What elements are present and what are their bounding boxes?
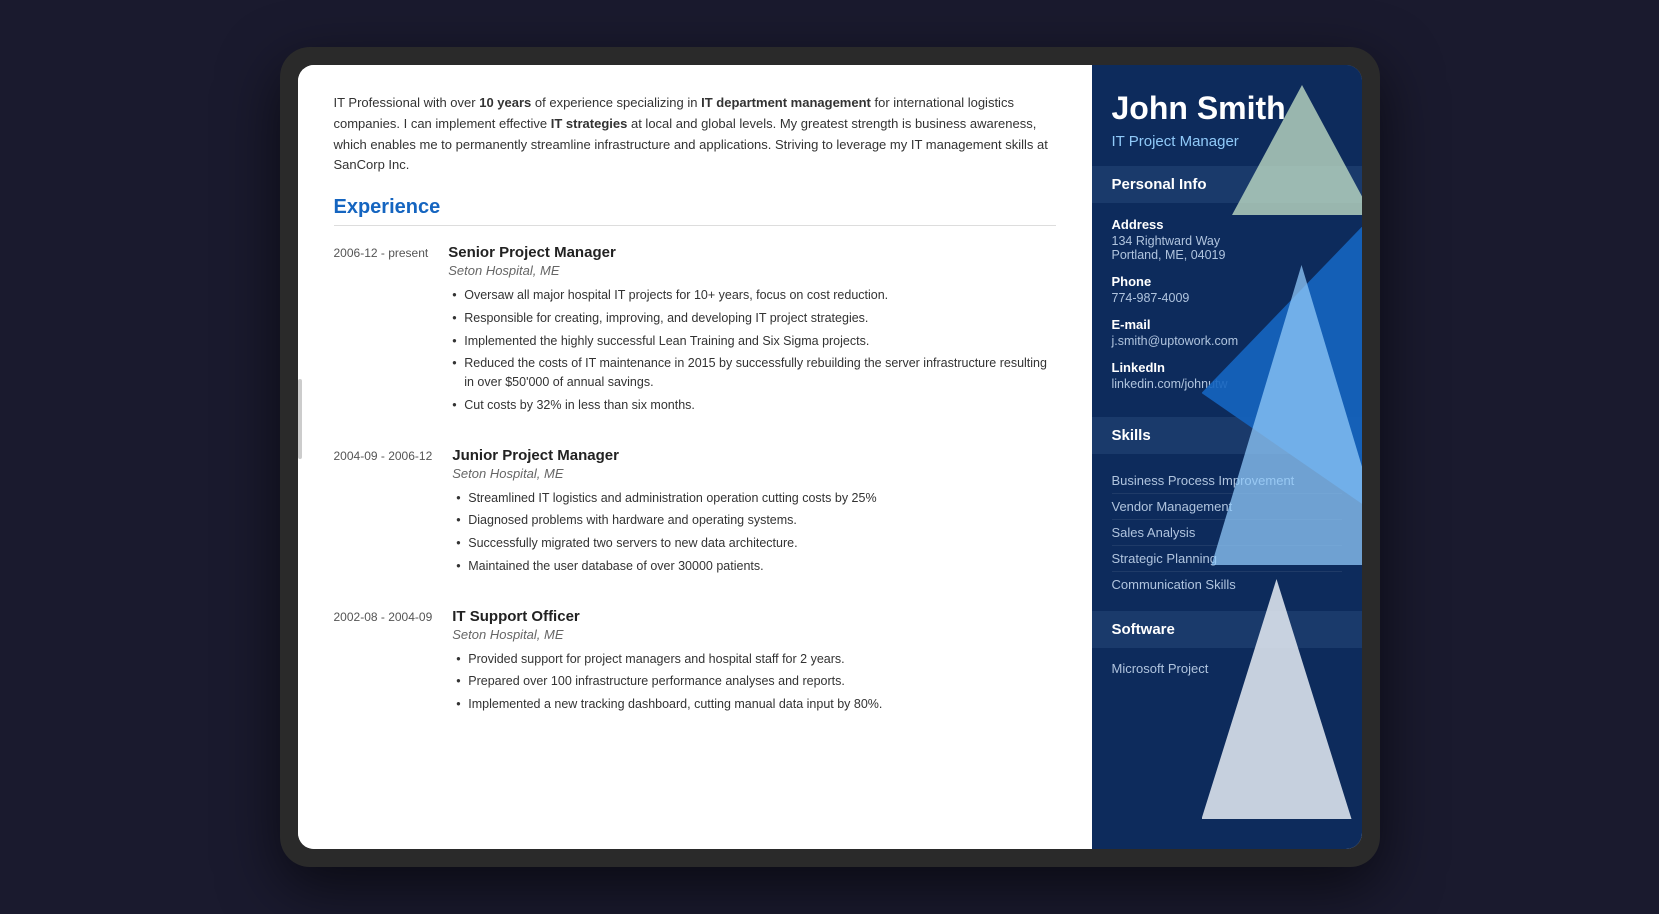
summary-paragraph: IT Professional with over 10 years of ex… (334, 93, 1056, 176)
person-job-title: IT Project Manager (1112, 133, 1342, 150)
experience-item: 2002-08 - 2004-09 IT Support Officer Seton… (334, 608, 1056, 718)
software-list: Microsoft Project (1092, 648, 1362, 695)
exp-bullets: Oversaw all major hospital IT projects f… (448, 286, 1055, 415)
skill-item: Vendor Management (1112, 494, 1342, 520)
exp-company: Seton Hospital, ME (452, 627, 1055, 642)
exp-title: Junior Project Manager (452, 447, 1055, 464)
exp-bullet: Streamlined IT logistics and administrat… (452, 489, 1055, 508)
exp-bullet: Implemented the highly successful Lean T… (448, 332, 1055, 351)
software-item: Microsoft Project (1112, 656, 1342, 681)
scrollbar[interactable] (298, 379, 302, 459)
exp-date: 2004-09 - 2006-12 (334, 447, 433, 580)
exp-date: 2006-12 - present (334, 244, 429, 419)
linkedin-value: linkedin.com/johnutw (1112, 377, 1342, 391)
device-screen: IT Professional with over 10 years of ex… (298, 65, 1362, 849)
exp-bullet: Cut costs by 32% in less than six months… (448, 396, 1055, 415)
phone-field: Phone 774-987-4009 (1112, 274, 1342, 305)
sidebar-header: John Smith IT Project Manager (1092, 65, 1362, 166)
phone-label: Phone (1112, 274, 1342, 289)
exp-company: Seton Hospital, ME (452, 466, 1055, 481)
skills-header: Skills (1092, 417, 1362, 454)
exp-bullet: Reduced the costs of IT maintenance in 2… (448, 354, 1055, 392)
email-label: E-mail (1112, 317, 1342, 332)
exp-bullet: Prepared over 100 infrastructure perform… (452, 672, 1055, 691)
skill-item: Communication Skills (1112, 572, 1342, 597)
address-line1: 134 Rightward Way (1112, 234, 1342, 248)
exp-company: Seton Hospital, ME (448, 263, 1055, 278)
software-header: Software (1092, 611, 1362, 648)
address-field: Address 134 Rightward Way Portland, ME, … (1112, 217, 1342, 262)
device-frame: IT Professional with over 10 years of ex… (280, 47, 1380, 867)
contact-info: Address 134 Rightward Way Portland, ME, … (1092, 203, 1362, 417)
address-label: Address (1112, 217, 1342, 232)
skill-item: Business Process Improvement (1112, 468, 1342, 494)
linkedin-field: LinkedIn linkedin.com/johnutw (1112, 360, 1342, 391)
exp-title: IT Support Officer (452, 608, 1055, 625)
resume-left-panel: IT Professional with over 10 years of ex… (298, 65, 1092, 849)
experience-section-title: Experience (334, 196, 1056, 226)
experience-item: 2004-09 - 2006-12 Junior Project Manager S… (334, 447, 1056, 580)
exp-date: 2002-08 - 2004-09 (334, 608, 433, 718)
exp-bullet: Oversaw all major hospital IT projects f… (448, 286, 1055, 305)
exp-bullet: Maintained the user database of over 300… (452, 557, 1055, 576)
skill-item: Strategic Planning (1112, 546, 1342, 572)
email-field: E-mail j.smith@uptowork.com (1112, 317, 1342, 348)
exp-bullet: Implemented a new tracking dashboard, cu… (452, 695, 1055, 714)
exp-bullet: Successfully migrated two servers to new… (452, 534, 1055, 553)
exp-content: Junior Project Manager Seton Hospital, ME… (452, 447, 1055, 580)
exp-bullets: Provided support for project managers an… (452, 650, 1055, 714)
exp-content: IT Support Officer Seton Hospital, ME Prov… (452, 608, 1055, 718)
skills-list: Business Process ImprovementVendor Manag… (1092, 454, 1362, 611)
exp-content: Senior Project Manager Seton Hospital, ME… (448, 244, 1055, 419)
linkedin-label: LinkedIn (1112, 360, 1342, 375)
experience-item: 2006-12 - presentSenior Project ManagerS… (334, 244, 1056, 419)
address-line2: Portland, ME, 04019 (1112, 248, 1342, 262)
resume-right-panel: John Smith IT Project Manager Personal I… (1092, 65, 1362, 849)
experience-list: 2006-12 - presentSenior Project ManagerS… (334, 244, 1056, 718)
exp-bullet: Diagnosed problems with hardware and ope… (452, 511, 1055, 530)
personal-info-header: Personal Info (1092, 166, 1362, 203)
exp-bullets: Streamlined IT logistics and administrat… (452, 489, 1055, 576)
person-name: John Smith (1112, 89, 1342, 127)
email-value: j.smith@uptowork.com (1112, 334, 1342, 348)
exp-bullet: Provided support for project managers an… (452, 650, 1055, 669)
exp-bullet: Responsible for creating, improving, and… (448, 309, 1055, 328)
exp-title: Senior Project Manager (448, 244, 1055, 261)
skill-item: Sales Analysis (1112, 520, 1342, 546)
phone-value: 774-987-4009 (1112, 291, 1342, 305)
resume-wrapper: IT Professional with over 10 years of ex… (298, 65, 1362, 849)
